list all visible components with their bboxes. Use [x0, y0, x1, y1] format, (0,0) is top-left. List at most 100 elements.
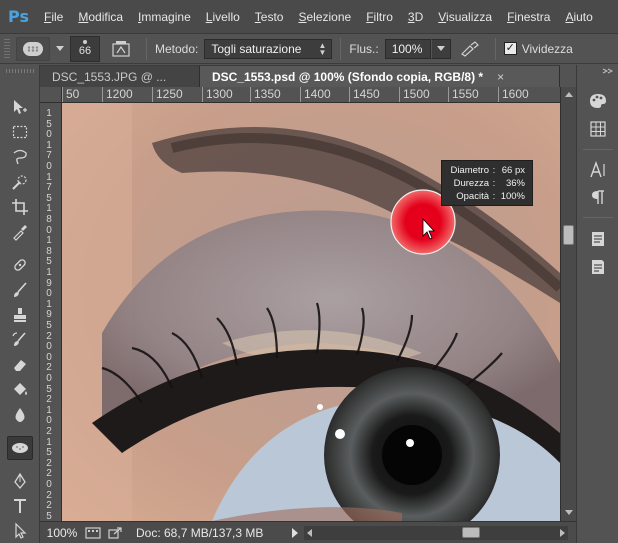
menu-finestra[interactable]: Finestra	[507, 10, 550, 24]
ruler-digit: 5	[46, 510, 52, 521]
ruler-label: 1350	[250, 87, 281, 102]
notes-panel-button[interactable]	[585, 228, 611, 250]
scroll-down-icon[interactable]	[565, 510, 573, 515]
ruler-digit: 7	[46, 182, 52, 194]
eraser-tool-button[interactable]	[7, 353, 33, 377]
tools-panel-grip[interactable]	[6, 69, 34, 73]
horizontal-ruler[interactable]: 50 1200 1250 1300 1350 1400 1450 1500 15…	[62, 87, 560, 103]
tooltip-value: 66 px	[501, 165, 525, 176]
flow-input[interactable]: 100%	[384, 38, 431, 59]
history-brush-tool-button[interactable]	[7, 328, 33, 352]
menu-testo[interactable]: Testo	[255, 10, 284, 24]
tool-preset-caret-icon[interactable]	[56, 46, 64, 51]
tool-preset-picker[interactable]	[16, 36, 50, 61]
tooltip-value: 36%	[505, 178, 525, 189]
type-tool-button[interactable]	[7, 494, 33, 518]
brush-panel-button[interactable]	[108, 37, 134, 61]
ruler-digit: 1	[46, 235, 52, 247]
sponge-tool-button[interactable]	[7, 436, 33, 460]
marquee-tool-icon	[12, 125, 28, 139]
ruler-digit: 1	[46, 267, 52, 278]
scroll-left-icon[interactable]	[307, 528, 312, 537]
vertical-ruler[interactable]: 150170175180185190195200205210215220225	[40, 103, 62, 521]
flow-value: 100%	[391, 41, 423, 56]
horizontal-scroll-thumb[interactable]	[462, 526, 480, 538]
options-bar: 66 Metodo: Togli saturazione ▲ ▼ Flus.: 1…	[0, 34, 618, 64]
ruler-label: 1450	[349, 87, 380, 102]
menu-immagine[interactable]: Immagine	[138, 10, 191, 24]
properties-panel-button[interactable]	[585, 256, 611, 278]
paint-bucket-tool-button[interactable]	[7, 378, 33, 402]
menu-livello[interactable]: Livello	[206, 10, 240, 24]
marquee-tool-button[interactable]	[7, 120, 33, 144]
swatches-panel-button[interactable]	[585, 118, 611, 140]
path-selection-tool-icon	[15, 522, 27, 539]
vibrance-checkbox[interactable]: ✓	[503, 42, 517, 55]
pen-tool-icon	[14, 472, 26, 490]
method-dropdown[interactable]: Togli saturazione ▲ ▼	[204, 38, 333, 59]
tools-panel	[0, 65, 40, 543]
ruler-digit: 2	[46, 457, 52, 469]
options-separator	[340, 37, 342, 60]
paragraph-panel-button[interactable]	[585, 186, 611, 208]
brush-tool-button[interactable]	[7, 278, 33, 302]
menu-3d[interactable]: 3D	[408, 10, 423, 24]
airbrush-button[interactable]	[457, 37, 483, 61]
tooltip-value: 100%	[500, 191, 525, 202]
tooltip-colon: :	[492, 165, 496, 176]
character-panel-button[interactable]	[585, 159, 611, 181]
menu-aiuto[interactable]: Aiuto	[565, 10, 592, 24]
ruler-digit: 2	[46, 362, 52, 374]
menu-modifica[interactable]: Modifica	[78, 10, 123, 24]
palette-icon	[590, 94, 606, 108]
zoom-level[interactable]: 100%	[40, 526, 84, 540]
menu-filtro[interactable]: Filtro	[366, 10, 393, 24]
ruler-digit: 0	[46, 415, 52, 427]
blur-tool-button[interactable]	[7, 403, 33, 427]
horizontal-scrollbar[interactable]	[304, 525, 568, 540]
status-menu-arrow-icon[interactable]	[292, 527, 298, 538]
clone-stamp-tool-button[interactable]	[7, 303, 33, 327]
ruler-digit: 8	[46, 214, 52, 225]
collapse-panels-icon[interactable]	[581, 68, 615, 74]
tab-dsc-1553-psd[interactable]: DSC_1553.psd @ 100% (Sfondo copia, RGB/8…	[200, 66, 560, 87]
scroll-right-icon[interactable]	[560, 528, 565, 537]
film-icon	[85, 526, 101, 539]
move-tool-button[interactable]	[7, 95, 33, 119]
eyedropper-tool-button[interactable]	[7, 220, 33, 244]
tooltip-key: Diametro	[450, 165, 489, 176]
ruler-digit: 2	[46, 330, 52, 342]
vertical-scroll-thumb[interactable]	[563, 225, 574, 245]
pen-tool-button[interactable]	[7, 469, 33, 493]
menu-visualizza[interactable]: Visualizza	[438, 10, 492, 24]
close-tab-icon[interactable]: ×	[497, 70, 504, 84]
crop-tool-button[interactable]	[7, 195, 33, 219]
lasso-tool-button[interactable]	[7, 145, 33, 169]
spot-healing-tool-button[interactable]	[7, 253, 33, 277]
quick-selection-tool-icon	[12, 175, 27, 190]
vertical-scrollbar[interactable]	[560, 87, 576, 521]
ruler-label: 1500	[399, 87, 430, 102]
brush-tip-icon	[83, 40, 87, 44]
menu-file[interactable]: File	[44, 10, 63, 24]
menu-selezione[interactable]: Selezione	[298, 10, 351, 24]
options-bar-grip[interactable]	[4, 38, 10, 59]
document-size-info[interactable]: Doc: 68,7 MB/137,3 MB	[136, 526, 286, 540]
method-label: Metodo:	[155, 41, 199, 56]
scroll-up-icon[interactable]	[565, 92, 573, 97]
flow-dropdown-button[interactable]	[430, 38, 451, 59]
timeline-button[interactable]	[84, 526, 102, 540]
menu-bar: Ps File Modifica Immagine Livello Testo …	[0, 0, 618, 34]
ruler-origin[interactable]	[40, 87, 62, 103]
share-button[interactable]	[106, 526, 124, 540]
ruler-label: 1400	[300, 87, 331, 102]
color-panel-button[interactable]	[585, 90, 611, 112]
ruler-digit: 1	[46, 203, 52, 215]
brush-preset-picker[interactable]: 66	[70, 35, 100, 62]
quick-selection-tool-button[interactable]	[7, 170, 33, 194]
tab-dsc-1553-jpg[interactable]: DSC_1553.JPG @ ...	[40, 66, 200, 87]
blur-tool-icon	[15, 408, 25, 422]
ruler-digit: 2	[46, 489, 52, 501]
flow-label: Flus.:	[349, 41, 379, 56]
path-selection-tool-button[interactable]	[7, 519, 33, 543]
